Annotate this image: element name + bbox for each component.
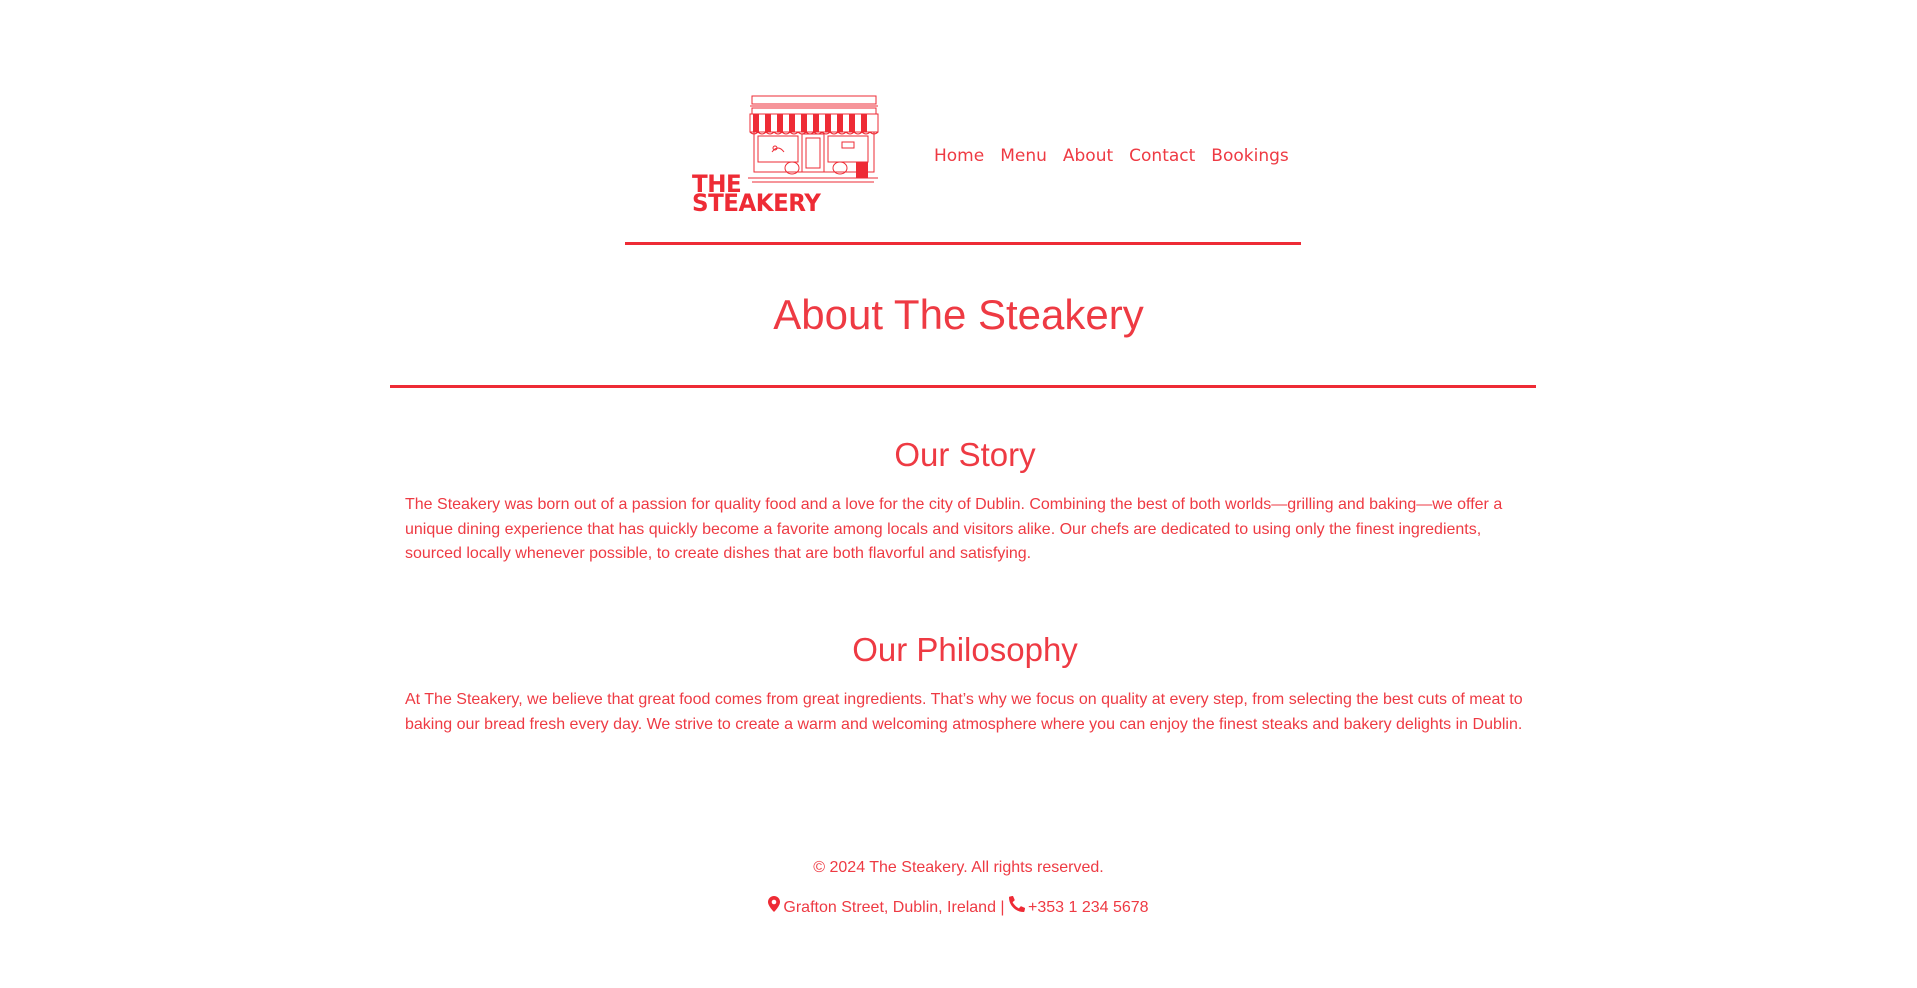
footer-phone[interactable]: +353 1 234 5678 bbox=[1028, 896, 1149, 920]
logo-text-line2: STEAKERY bbox=[692, 189, 821, 218]
main-nav: Home Menu About Contact Bookings bbox=[934, 144, 1305, 168]
our-philosophy-heading: Our Philosophy bbox=[852, 631, 1078, 668]
our-story-section: Our Story The Steakery was born out of a… bbox=[405, 435, 1525, 567]
nav-link-contact[interactable]: Contact bbox=[1129, 144, 1195, 168]
our-philosophy-section: Our Philosophy At The Steakery, we belie… bbox=[405, 630, 1525, 737]
nav-link-bookings[interactable]: Bookings bbox=[1211, 144, 1288, 168]
nav-link-home[interactable]: Home bbox=[934, 144, 984, 168]
map-pin-icon bbox=[768, 896, 781, 920]
our-story-heading: Our Story bbox=[894, 436, 1036, 473]
site-footer: © 2024 The Steakery. All rights reserved… bbox=[0, 856, 1917, 920]
our-story-text: The Steakery was born out of a passion f… bbox=[405, 496, 1503, 562]
page-title: About The Steakery bbox=[773, 291, 1144, 338]
footer-separator: | bbox=[995, 899, 1010, 916]
our-philosophy-text: At The Steakery, we believe that great f… bbox=[405, 691, 1523, 733]
footer-address: Grafton Street, Dublin, Ireland bbox=[783, 899, 996, 916]
site-header: THE STEAKERY Home Menu About Contact Boo… bbox=[0, 0, 1917, 248]
footer-contact: Grafton Street, Dublin, Ireland | +353 1… bbox=[0, 895, 1917, 920]
header-divider bbox=[625, 242, 1301, 245]
nav-link-menu[interactable]: Menu bbox=[1000, 144, 1047, 168]
copyright-text: © 2024 The Steakery. All rights reserved… bbox=[813, 859, 1104, 876]
phone-icon bbox=[1009, 895, 1026, 920]
nav-link-about[interactable]: About bbox=[1063, 144, 1113, 168]
title-divider bbox=[390, 385, 1536, 388]
site-logo[interactable]: THE STEAKERY bbox=[692, 94, 886, 216]
